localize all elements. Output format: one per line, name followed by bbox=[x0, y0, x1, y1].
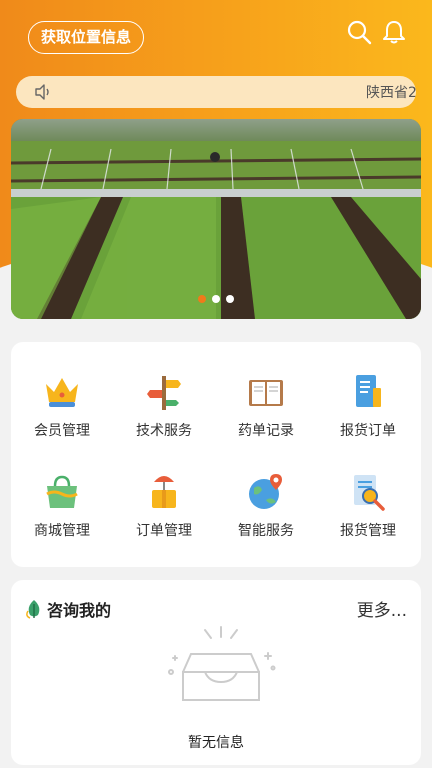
book-icon bbox=[249, 380, 283, 406]
empty-box-icon bbox=[168, 626, 276, 701]
menu-card: 会员管理 技术服务 药单记录 报货订单 商城管理 订单管理 智能服务 报货管理 bbox=[11, 342, 421, 567]
carousel-dot[interactable] bbox=[198, 295, 206, 303]
menu-item-member[interactable]: 会员管理 bbox=[11, 352, 113, 452]
notice-text: 陕西省2 bbox=[366, 85, 416, 101]
signpost-icon bbox=[147, 376, 181, 410]
report-search-icon bbox=[354, 475, 385, 511]
consult-card: 咨询我的 更多... 暂无信息 bbox=[11, 580, 421, 765]
carousel-dot[interactable] bbox=[226, 295, 234, 303]
menu-item-report-manage[interactable]: 报货管理 bbox=[317, 452, 419, 552]
notice-bar[interactable]: 陕西省2 bbox=[16, 76, 416, 108]
speaker-icon bbox=[35, 84, 49, 100]
bell-icon[interactable] bbox=[380, 18, 408, 46]
get-location-button[interactable]: 获取位置信息 bbox=[28, 21, 145, 54]
consult-title: 咨询我的 bbox=[47, 600, 112, 620]
empty-message: 暂无信息 bbox=[188, 735, 244, 751]
globe-pin-icon bbox=[249, 474, 282, 509]
leaf-icon bbox=[26, 599, 40, 619]
menu-item-mall[interactable]: 商城管理 bbox=[11, 452, 113, 552]
consult-header: 咨询我的 bbox=[25, 597, 111, 621]
search-icon[interactable] bbox=[345, 18, 373, 46]
package-icon bbox=[152, 476, 176, 508]
more-link[interactable]: 更多... bbox=[357, 596, 407, 621]
menu-item-orders[interactable]: 订单管理 bbox=[113, 452, 215, 552]
crown-icon bbox=[46, 378, 78, 407]
carousel-dots bbox=[11, 295, 421, 303]
menu-item-prescription[interactable]: 药单记录 bbox=[215, 352, 317, 452]
menu-item-smart-service[interactable]: 智能服务 bbox=[215, 452, 317, 552]
menu-item-tech-service[interactable]: 技术服务 bbox=[113, 352, 215, 452]
farmland-photo bbox=[11, 119, 421, 319]
document-icon bbox=[356, 375, 381, 407]
shopping-bag-icon bbox=[46, 475, 78, 508]
banner-carousel[interactable] bbox=[11, 119, 421, 319]
carousel-dot[interactable] bbox=[212, 295, 220, 303]
menu-item-report-order[interactable]: 报货订单 bbox=[317, 352, 419, 452]
